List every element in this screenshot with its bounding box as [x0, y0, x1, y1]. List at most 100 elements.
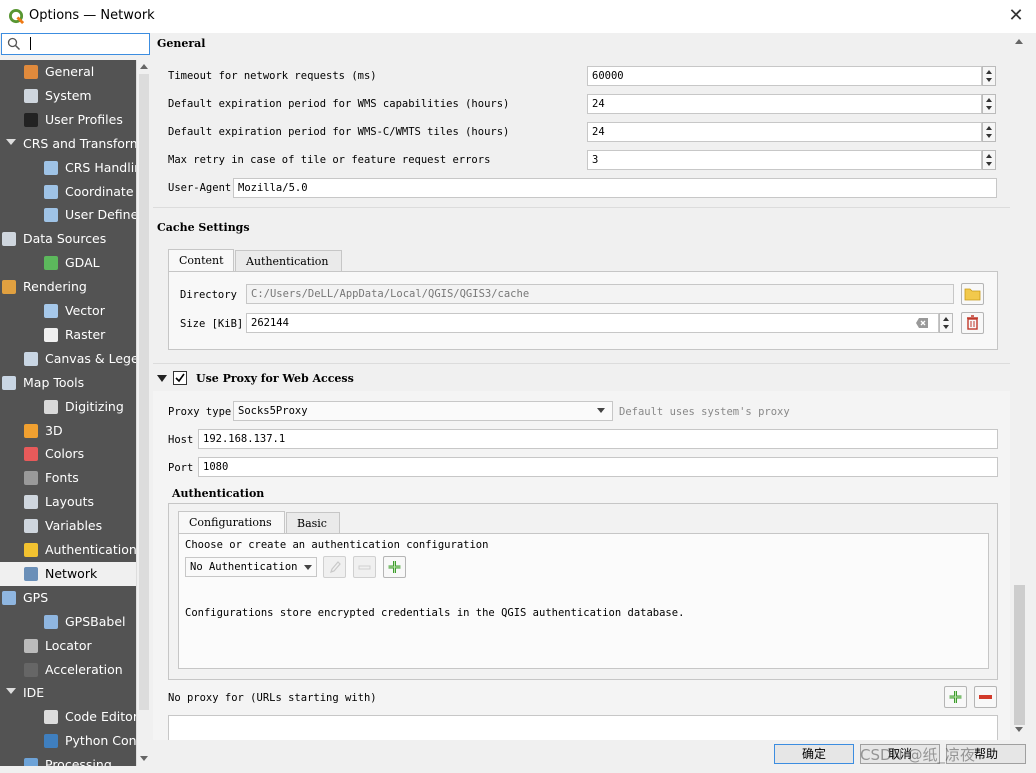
sidebar-item-gdal[interactable]: GDAL	[0, 251, 136, 275]
sidebar-item-processing[interactable]: Processing	[0, 753, 136, 766]
sidebar-scrollbar[interactable]	[136, 60, 150, 766]
tab-configurations[interactable]: Configurations	[178, 511, 285, 534]
sidebar-item-data-sources[interactable]: Data Sources	[0, 227, 136, 251]
options-sidebar: General System User Profiles CRS and Transf…	[0, 60, 136, 766]
tab-basic[interactable]: Basic	[286, 512, 340, 534]
max-retry-label: Max retry in case of tile or feature req…	[168, 154, 491, 166]
cache-size-input[interactable]: 262144	[246, 313, 939, 333]
chevron-down-icon	[597, 408, 605, 413]
collapse-arrow-icon[interactable]	[157, 375, 167, 382]
sidebar-item-map-tools[interactable]: Map Tools	[0, 371, 136, 395]
sidebar-item-digitizing[interactable]: Digitizing	[0, 395, 136, 419]
add-no-proxy-button[interactable]	[944, 686, 967, 708]
timeout-input[interactable]: 60000	[587, 66, 982, 86]
use-proxy-title: Use Proxy for Web Access	[196, 372, 354, 385]
sidebar-item-system[interactable]: System	[0, 84, 136, 108]
sidebar-item-coordinate-transforms[interactable]: Coordinate Transforms	[0, 180, 136, 204]
sidebar-item-locator[interactable]: Locator	[0, 634, 136, 658]
sidebar-item-layouts[interactable]: Layouts	[0, 490, 136, 514]
sidebar-item-rendering[interactable]: Rendering	[0, 275, 136, 299]
remove-no-proxy-button[interactable]	[974, 686, 997, 708]
chevron-down-icon[interactable]	[6, 688, 16, 695]
timeout-spinner[interactable]	[982, 66, 996, 86]
scroll-down-arrow[interactable]	[1015, 727, 1023, 732]
sidebar-item-label: Rendering	[23, 279, 87, 295]
sidebar-item-label: Raster	[65, 326, 106, 342]
sidebar-item-canvas-legend[interactable]: Canvas & Legend	[0, 347, 136, 371]
main-scrollbar[interactable]	[1012, 33, 1027, 740]
cache-size-spinner[interactable]	[939, 313, 953, 333]
wmts-tiles-spinner[interactable]	[982, 122, 996, 142]
gdal-icon	[44, 256, 58, 271]
checkmark-icon	[175, 373, 185, 383]
add-auth-button[interactable]	[383, 556, 406, 578]
sidebar-scroll-thumb[interactable]	[139, 74, 149, 710]
sidebar-item-colors[interactable]: Colors	[0, 442, 136, 466]
sidebar-item-variables[interactable]: Variables	[0, 514, 136, 538]
sidebar-item-raster[interactable]: Raster	[0, 323, 136, 347]
tab-cache-authentication[interactable]: Authentication	[235, 250, 342, 272]
brush-icon	[2, 280, 16, 295]
sidebar-item-3d[interactable]: 3D	[0, 419, 136, 443]
main-scroll-thumb[interactable]	[1014, 585, 1025, 725]
sidebar-item-code-editor[interactable]: Code Editor	[0, 705, 136, 729]
edit-auth-button[interactable]	[323, 556, 346, 578]
auth-config-select[interactable]: No Authentication	[185, 557, 317, 577]
tab-content[interactable]: Content	[168, 249, 234, 272]
max-retry-spinner[interactable]	[982, 150, 996, 170]
sidebar-item-label: Code Editor	[65, 709, 136, 725]
user-agent-input[interactable]: Mozilla/5.0	[233, 178, 997, 198]
search-icon	[24, 638, 38, 653]
host-input[interactable]: 192.168.137.1	[198, 429, 998, 449]
wms-capabilities-spinner[interactable]	[982, 94, 996, 114]
sidebar-item-crs-and-transforms[interactable]: CRS and Transforms	[0, 132, 136, 156]
python-icon	[44, 734, 58, 749]
sidebar-item-python-console[interactable]: Python Console	[0, 729, 136, 753]
lock-icon	[24, 543, 38, 557]
chevron-down-icon[interactable]	[6, 138, 16, 145]
sidebar-item-network[interactable]: Network	[0, 561, 136, 586]
general-title: General	[157, 37, 206, 50]
max-retry-input[interactable]: 3	[587, 150, 982, 170]
sidebar-item-acceleration[interactable]: Acceleration	[0, 658, 136, 682]
sidebar-item-general[interactable]: General	[0, 60, 136, 84]
sidebar-item-user-profiles[interactable]: User Profiles	[0, 108, 136, 132]
port-input[interactable]: 1080	[198, 457, 998, 477]
scroll-up-arrow[interactable]	[1015, 39, 1023, 44]
no-proxy-list[interactable]	[168, 715, 998, 740]
close-button[interactable]: ✕	[1004, 4, 1028, 28]
divider	[153, 363, 1010, 364]
scroll-up-arrow[interactable]	[140, 64, 148, 69]
proxy-type-select[interactable]: Socks5Proxy	[233, 401, 613, 421]
clear-cache-button[interactable]	[961, 312, 984, 334]
directory-label: Directory	[180, 289, 237, 301]
clear-field-icon[interactable]	[915, 317, 929, 329]
sidebar-item-ide[interactable]: IDE	[0, 681, 136, 705]
acceleration-icon	[24, 662, 38, 677]
sidebar-item-crs-handling[interactable]: CRS Handling	[0, 156, 136, 180]
sidebar-item-gpsbabel[interactable]: GPSBabel	[0, 610, 136, 634]
sidebar-item-fonts[interactable]: Fonts	[0, 466, 136, 490]
sidebar-item-authentication[interactable]: Authentication	[0, 538, 136, 562]
cache-directory-input[interactable]: C:/Users/DeLL/AppData/Local/QGIS/QGIS3/c…	[246, 284, 954, 304]
close-icon: ✕	[1008, 5, 1024, 26]
use-proxy-checkbox[interactable]	[173, 371, 187, 385]
wms-capabilities-input[interactable]: 24	[587, 94, 982, 114]
browse-folder-button[interactable]	[961, 283, 984, 305]
sidebar-item-label: Layouts	[45, 494, 95, 510]
sidebar-item-vector[interactable]: Vector	[0, 299, 136, 323]
ok-button[interactable]: 确定	[774, 744, 854, 764]
sidebar-item-label: Processing	[45, 757, 112, 766]
folder-icon	[964, 288, 981, 301]
scroll-down-arrow[interactable]	[140, 756, 148, 761]
wmts-tiles-input[interactable]: 24	[587, 122, 982, 142]
sidebar-item-user-defined-crs[interactable]: User Defined CRS	[0, 203, 136, 227]
search-input[interactable]	[1, 33, 150, 55]
sidebar-item-gps[interactable]: GPS	[0, 586, 136, 610]
gps-icon	[2, 590, 16, 605]
3d-icon	[24, 423, 38, 438]
canvas-icon	[24, 351, 38, 366]
remove-auth-button[interactable]	[353, 556, 376, 578]
no-proxy-label: No proxy for (URLs starting with)	[168, 692, 377, 704]
user-agent-label: User-Agent	[168, 182, 232, 194]
